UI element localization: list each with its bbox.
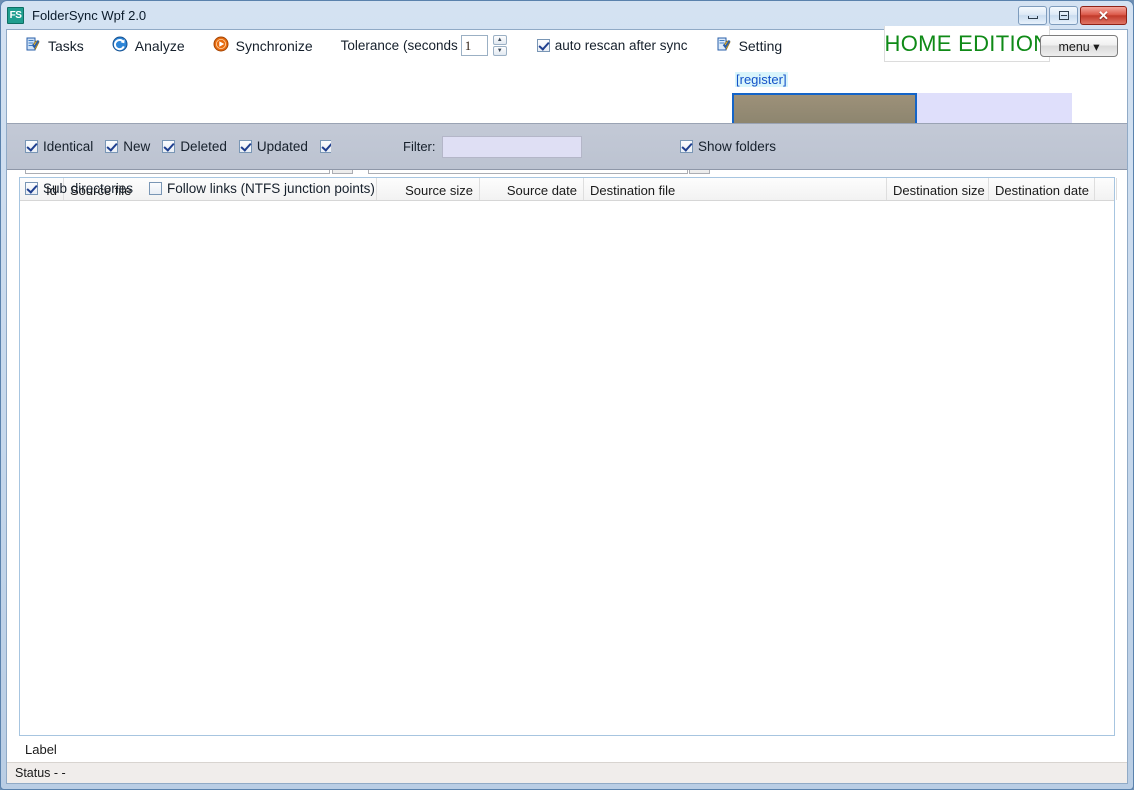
filter-extra-checkbox[interactable] xyxy=(320,140,331,153)
auto-rescan-label: auto rescan after sync xyxy=(555,38,688,53)
top-panel: Tasks Analyze xyxy=(7,30,1127,123)
fs-logo-icon: FS xyxy=(7,7,24,24)
maximize-button[interactable] xyxy=(1049,6,1078,25)
window-title: FolderSync Wpf 2.0 xyxy=(32,8,1018,23)
settings-label: Setting xyxy=(739,38,783,54)
synchronize-icon xyxy=(213,36,229,55)
tolerance-input[interactable] xyxy=(461,35,488,56)
auto-rescan-check-icon xyxy=(537,39,550,52)
grid-column-header[interactable]: Destination file xyxy=(584,178,887,200)
edition-badge: HOME EDITION xyxy=(884,26,1050,62)
filter-updated-checkbox[interactable]: Updated xyxy=(239,139,308,154)
label-row: Label xyxy=(7,736,1127,762)
sub-directories-label: Sub directories xyxy=(43,181,133,196)
filter-identical-checkbox[interactable]: Identical xyxy=(25,139,93,154)
filter-new-checkbox[interactable]: New xyxy=(105,139,150,154)
minimize-button[interactable] xyxy=(1018,6,1047,25)
show-folders-checkbox[interactable]: Show folders xyxy=(680,139,776,154)
synchronize-label: Synchronize xyxy=(236,38,313,54)
extra-check-icon xyxy=(320,140,331,153)
show-folders-check-icon xyxy=(680,140,693,153)
show-folders-label: Show folders xyxy=(698,139,776,154)
toolbar: Tasks Analyze xyxy=(7,30,1127,61)
filter-identical-label: Identical xyxy=(43,139,93,154)
auto-rescan-checkbox[interactable]: auto rescan after sync xyxy=(537,38,688,53)
analyze-label: Analyze xyxy=(135,38,185,54)
app-window: FS FolderSync Wpf 2.0 ✕ xyxy=(0,0,1134,790)
sub-directories-check-icon xyxy=(25,182,38,195)
menu-button[interactable]: menu ▾ xyxy=(1040,35,1118,57)
tolerance-group: Tolerance (seconds ▲ ▼ xyxy=(341,35,507,56)
results-grid: IdSource fileSource sizeSource dateDesti… xyxy=(19,177,1115,736)
title-bar: FS FolderSync Wpf 2.0 ✕ xyxy=(1,1,1133,29)
minimize-icon xyxy=(1028,16,1038,19)
tolerance-label: Tolerance (seconds xyxy=(341,38,458,53)
follow-links-check-icon xyxy=(149,182,162,195)
identical-check-icon xyxy=(25,140,38,153)
tolerance-stepper[interactable]: ▲ ▼ xyxy=(493,35,507,56)
filter-input[interactable] xyxy=(442,136,582,158)
filter-updated-label: Updated xyxy=(257,139,308,154)
sub-directories-checkbox[interactable]: Sub directories xyxy=(25,181,133,196)
grid-column-header[interactable]: Source date xyxy=(480,178,584,200)
follow-links-checkbox[interactable]: Follow links (NTFS junction points) xyxy=(149,181,375,196)
grid-column-header[interactable] xyxy=(1095,178,1117,200)
tasks-button[interactable]: Tasks xyxy=(25,36,84,55)
settings-icon xyxy=(716,36,732,55)
status-bar: Status - - xyxy=(7,762,1127,783)
client-area: Tasks Analyze xyxy=(6,29,1128,784)
analyze-icon xyxy=(112,36,128,55)
close-button[interactable]: ✕ xyxy=(1080,6,1127,25)
close-icon: ✕ xyxy=(1098,9,1109,22)
analyze-button[interactable]: Analyze xyxy=(112,36,185,55)
filter-bar: Identical New Deleted Updated Filter: xyxy=(7,123,1127,170)
new-check-icon xyxy=(105,140,118,153)
synchronize-button[interactable]: Synchronize xyxy=(213,36,313,55)
grid-column-header[interactable]: Destination date xyxy=(989,178,1095,200)
grid-column-header[interactable]: Source size xyxy=(377,178,480,200)
folder-section: Source folder <swap> Destination folder xyxy=(7,61,1127,123)
folder-options: Sub directories Follow links (NTFS junct… xyxy=(25,181,375,196)
filter-text-label: Filter: xyxy=(403,139,436,154)
tolerance-down-button[interactable]: ▼ xyxy=(493,46,507,56)
deleted-check-icon xyxy=(162,140,175,153)
filter-deleted-checkbox[interactable]: Deleted xyxy=(162,139,227,154)
grid-column-header[interactable]: Destination size xyxy=(887,178,989,200)
settings-button[interactable]: Setting xyxy=(716,36,783,55)
grid-body[interactable] xyxy=(20,201,1114,735)
maximize-icon xyxy=(1059,11,1069,20)
filter-new-label: New xyxy=(123,139,150,154)
tasks-icon xyxy=(25,36,41,55)
window-controls: ✕ xyxy=(1018,6,1127,25)
updated-check-icon xyxy=(239,140,252,153)
tolerance-up-button[interactable]: ▲ xyxy=(493,35,507,45)
tasks-label: Tasks xyxy=(48,38,84,54)
follow-links-label: Follow links (NTFS junction points) xyxy=(167,181,375,196)
filter-deleted-label: Deleted xyxy=(180,139,227,154)
